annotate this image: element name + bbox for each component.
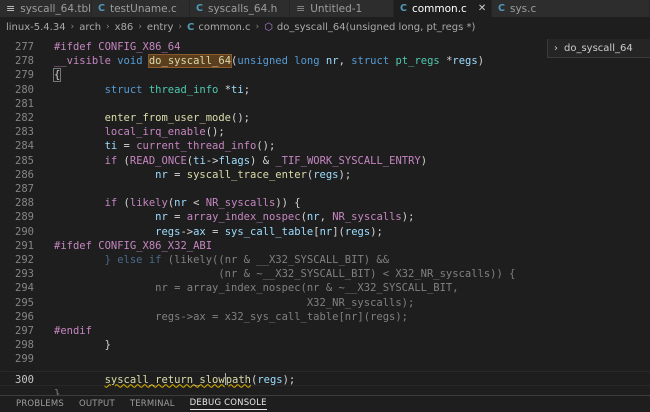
c-file-icon: C <box>98 3 105 14</box>
tab-label: sys.c <box>509 2 537 15</box>
line-number: 287 <box>15 183 34 195</box>
code-line: nr = array_index_nospec(nr, NR_syscalls)… <box>155 211 415 224</box>
breadcrumb-item[interactable]: do_syscall_64(unsigned long, pt_regs *) <box>277 22 476 33</box>
code-line: #endif <box>54 325 92 337</box>
tab-label: common.c <box>411 2 467 15</box>
line-number: 299 <box>15 353 34 366</box>
line-number: 294 <box>15 282 34 295</box>
code-line: } else if (likely((nr & __X32_SYSCALL_BI… <box>104 254 390 266</box>
tab-syscall-64-tbl[interactable]: ≡ syscall_64.tbl <box>0 0 92 17</box>
code-line: regs->ax = x32_sys_call_table[nr](regs); <box>54 310 409 323</box>
code-line: #ifdef CONFIG_X86_64 <box>54 41 181 53</box>
code-line: if (READ_ONCE(ti->flags) & _TIF_WORK_SYS… <box>104 154 428 167</box>
c-file-icon: C <box>400 3 407 14</box>
chevron-right-icon: › <box>70 22 75 32</box>
breadcrumb-item[interactable]: entry <box>147 22 173 33</box>
code-line: enter_from_user_mode(); <box>104 112 250 124</box>
c-file-icon: C <box>186 21 195 33</box>
chevron-right-icon: › <box>255 22 260 32</box>
editor-tab-bar: ≡ syscall_64.tbl C testUname.c C syscall… <box>0 0 650 17</box>
chevron-right-icon: › <box>138 22 142 32</box>
line-number: 279 <box>15 69 34 82</box>
tab-output[interactable]: OUTPUT <box>79 399 115 409</box>
breadcrumb-item[interactable]: x86 <box>115 22 134 33</box>
line-number: 292 <box>15 254 34 266</box>
line-number: 284 <box>15 140 34 153</box>
line-number: 288 <box>15 197 34 210</box>
breadcrumb: linux-5.4.34 › arch › x86 › entry › C co… <box>0 17 650 37</box>
code-line: #ifdef CONFIG_X86_X32_ABI <box>54 239 213 252</box>
line-number: 280 <box>15 83 34 96</box>
code-line: (nr & ~__X32_SYSCALL_BIT) < X32_NR_sysca… <box>54 268 516 281</box>
code-line: struct thread_info *ti; <box>104 83 251 96</box>
code-line: if (likely(nr < NR_syscalls)) { <box>104 197 301 210</box>
c-file-icon: C <box>498 3 505 14</box>
tab-sys-c[interactable]: C sys.c <box>492 0 650 17</box>
line-number: 282 <box>15 112 34 124</box>
line-number: 277 <box>15 41 34 53</box>
code-line: nr = array_index_nospec(nr & ~__X32_SYSC… <box>54 282 459 295</box>
tab-terminal[interactable]: TERMINAL <box>130 399 175 409</box>
untitled-file-icon: ≡ <box>296 2 306 15</box>
text-cursor <box>224 372 226 385</box>
line-number: 290 <box>15 225 34 238</box>
code-line: } <box>54 339 111 352</box>
outline-widget[interactable]: › do_syscall_64 <box>547 39 650 58</box>
code-line: { <box>52 68 62 83</box>
code-editor[interactable]: 277 278 279 280 281 282 283 284 285 286 … <box>0 37 650 395</box>
code-line: ti = current_thread_info(); <box>104 140 276 153</box>
line-number: 297 <box>15 325 34 337</box>
line-number: 285 <box>15 154 34 167</box>
breadcrumb-item[interactable]: linux-5.4.34 <box>6 22 66 33</box>
code-line: local_irq_enable(); <box>104 126 225 139</box>
code-line: nr = syscall_trace_enter(regs); <box>155 168 352 181</box>
breadcrumb-item[interactable]: common.c <box>198 22 250 33</box>
line-number: 281 <box>15 97 34 110</box>
line-number: 298 <box>15 339 34 352</box>
tab-label: syscalls_64.h <box>207 2 278 15</box>
tab-syscalls-64-h[interactable]: C syscalls_64.h <box>190 0 290 17</box>
line-number: 291 <box>15 239 34 252</box>
line-number: 278 <box>15 55 34 68</box>
tab-testuname-c[interactable]: C testUname.c <box>92 0 190 17</box>
line-number-gutter: 277 278 279 280 281 282 283 284 285 286 … <box>0 37 48 395</box>
tab-label: Untitled-1 <box>310 2 363 15</box>
tab-debug-console[interactable]: DEBUG CONSOLE <box>189 398 267 410</box>
c-file-icon: C <box>196 3 203 14</box>
code-line-current: syscall_return_slowpath(regs); <box>104 372 296 386</box>
table-icon: ≡ <box>6 2 16 15</box>
line-number: 296 <box>15 310 34 323</box>
method-icon: ⬡ <box>264 21 273 33</box>
chevron-right-icon: › <box>178 22 182 32</box>
tab-problems[interactable]: PROBLEMS <box>16 399 64 409</box>
line-number-current: 300 <box>15 373 34 386</box>
code-line: X32_NR_syscalls); <box>54 296 415 309</box>
tab-untitled-1[interactable]: ≡ Untitled-1 <box>290 0 394 17</box>
chevron-right-icon: › <box>106 22 110 32</box>
code-content[interactable]: #ifdef CONFIG_X86_64 __visible void do_s… <box>52 37 650 395</box>
tab-label: testUname.c <box>109 2 177 15</box>
panel-tab-bar: PROBLEMS OUTPUT TERMINAL DEBUG CONSOLE <box>0 395 650 412</box>
code-line: regs->ax = sys_call_table[nr](regs); <box>155 225 383 238</box>
code-line: __visible void do_syscall_64(unsigned lo… <box>54 54 485 69</box>
tab-label: syscall_64.tbl <box>20 2 92 15</box>
chevron-right-icon: › <box>554 42 558 54</box>
line-number: 289 <box>15 211 34 224</box>
tab-common-c[interactable]: C common.c ✕ <box>394 0 492 17</box>
line-number: 293 <box>15 268 34 281</box>
line-number: 283 <box>15 126 34 139</box>
close-icon[interactable]: ✕ <box>478 3 486 14</box>
line-number: 286 <box>15 168 34 181</box>
line-number: 295 <box>15 296 34 309</box>
breadcrumb-item[interactable]: arch <box>79 22 101 33</box>
outline-label: do_syscall_64 <box>564 42 633 54</box>
code-line: } <box>54 388 61 395</box>
